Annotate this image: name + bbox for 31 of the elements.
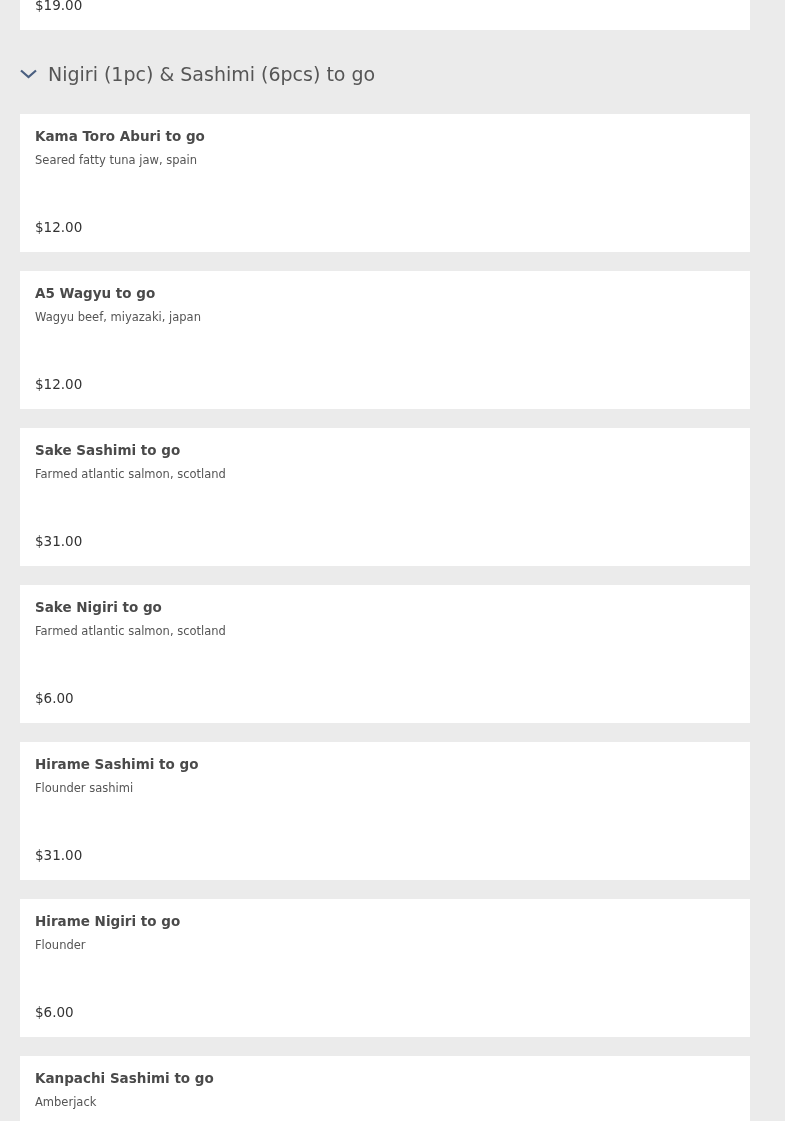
menu-item-card[interactable]: A5 Wagyu to go Wagyu beef, miyazaki, japan $12.00 — [20, 271, 750, 409]
chevron-icon[interactable] — [20, 68, 37, 79]
item-price: $31.00 — [35, 846, 84, 864]
item-description: Amberjack — [35, 1094, 98, 1110]
item-description: Farmed atlantic salmon, scotland — [35, 466, 227, 482]
item-description: Flounder — [35, 937, 87, 953]
item-name: A5 Wagyu to go — [35, 284, 157, 302]
item-price: $12.00 — [35, 218, 84, 236]
item-name: Sake Nigiri to go — [35, 598, 163, 616]
menu-item-card[interactable]: $19.00 — [20, 0, 750, 30]
item-name: Kama Toro Aburi to go — [35, 127, 206, 145]
item-price: $6.00 — [35, 1003, 75, 1021]
item-name: Kanpachi Sashimi to go — [35, 1069, 215, 1087]
item-description: Seared fatty tuna jaw, spain — [35, 152, 199, 168]
menu-item-card[interactable]: Sake Sashimi to go Farmed atlantic salmon, scotland $31.00 — [20, 428, 750, 566]
menu-item-card[interactable]: Kanpachi Sashimi to go Amberjack — [20, 1056, 750, 1121]
menu-item-card[interactable]: Hirame Nigiri to go Flounder $6.00 — [20, 899, 750, 1037]
item-name: Sake Sashimi to go — [35, 441, 182, 459]
item-price: $12.00 — [35, 375, 84, 393]
item-price: $6.00 — [35, 689, 75, 707]
item-description: Farmed atlantic salmon, scotland — [35, 623, 227, 639]
item-description: Flounder sashimi — [35, 780, 135, 796]
menu-item-card[interactable]: Hirame Sashimi to go Flounder sashimi $31.00 — [20, 742, 750, 880]
item-name: Hirame Nigiri to go — [35, 912, 182, 930]
menu-item-card[interactable]: Sake Nigiri to go Farmed atlantic salmon, scotland $6.00 — [20, 585, 750, 723]
item-price: $19.00 — [35, 0, 84, 14]
item-description: Wagyu beef, miyazaki, japan — [35, 309, 202, 325]
item-price: $31.00 — [35, 532, 84, 550]
menu-item-card[interactable]: Kama Toro Aburi to go Seared fatty tuna jaw, spain $12.00 — [20, 114, 750, 252]
section-title[interactable]: Nigiri (1pc) & Sashimi (6pcs) to go — [48, 62, 376, 85]
item-name: Hirame Sashimi to go — [35, 755, 200, 773]
